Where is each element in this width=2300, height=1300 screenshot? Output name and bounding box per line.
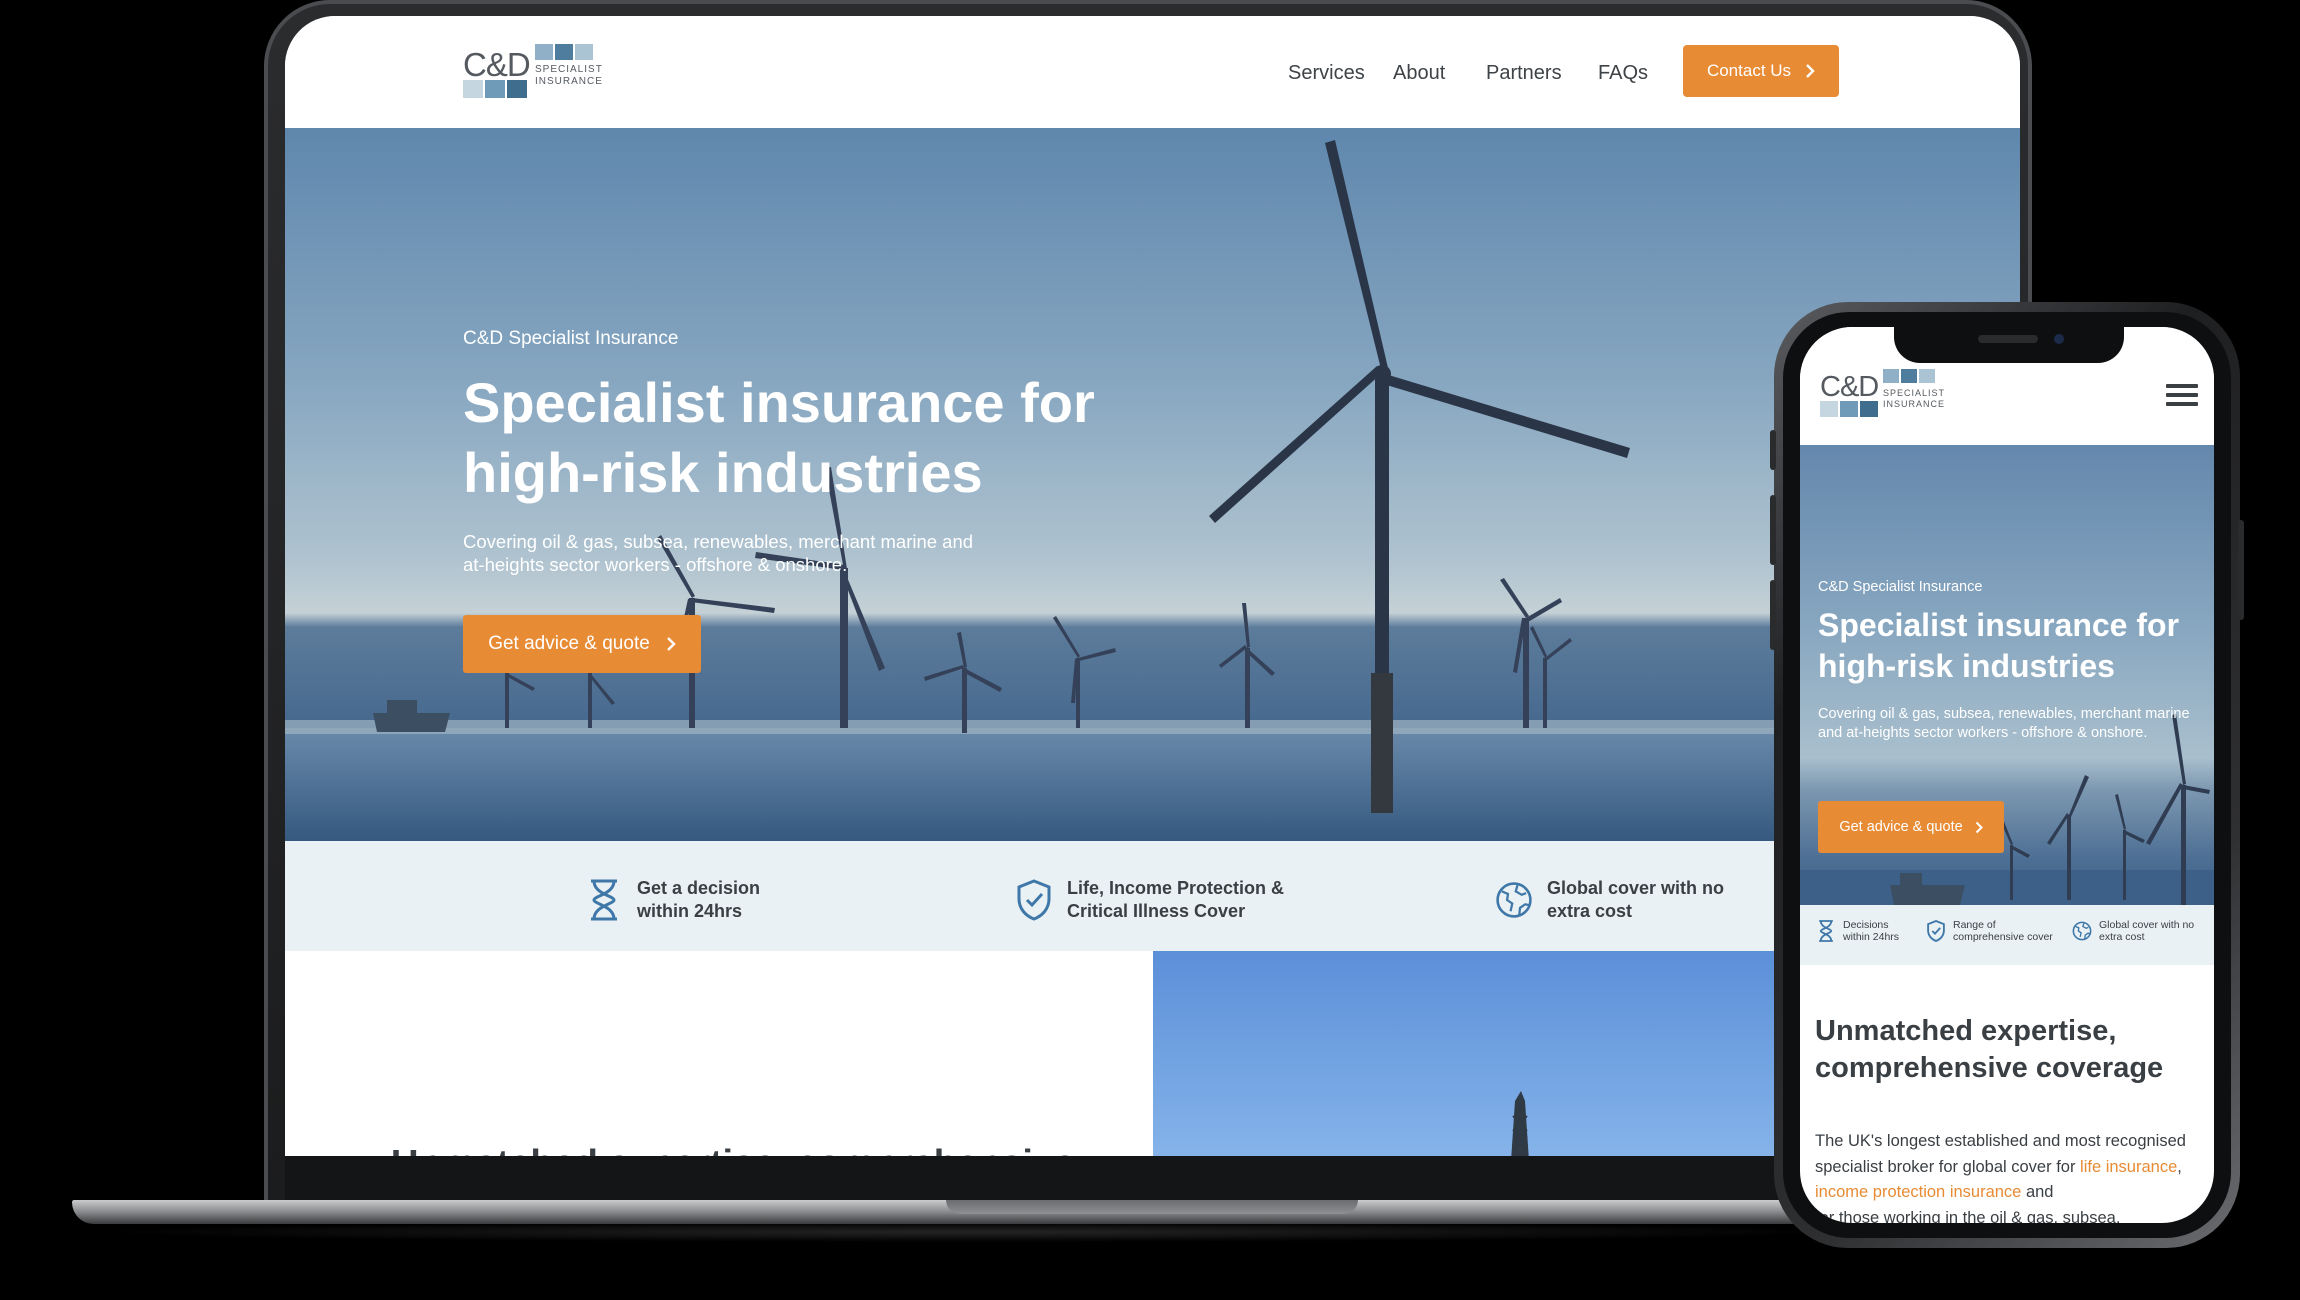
desktop-website: C&D SPECIALIST INSURANCE Services About … (285, 16, 2020, 1156)
expertise-section: Unmatched expertise, comprehensive (285, 951, 1153, 1156)
feature-global: Global cover with no extra cost (1495, 877, 1724, 923)
mobile-expertise-text-line4: for those working in the oil & gas, subs… (1815, 1208, 2121, 1224)
phone-notch (1894, 327, 2124, 363)
mobile-feature-cover-line2: comprehensive cover (1953, 931, 2053, 943)
mobile-logo[interactable]: C&D SPECIALIST INSURANCE (1820, 369, 1948, 425)
hourglass-icon (1819, 920, 1833, 942)
phone-speaker (1978, 335, 2038, 343)
expertise-title: Unmatched expertise, comprehensive (391, 1143, 1075, 1156)
hero-title-line1: Specialist insurance for (463, 371, 1095, 434)
hero-section: C&D Specialist Insurance Specialist insu… (285, 128, 2020, 841)
feature-decision: Get a decision within 24hrs (585, 877, 760, 923)
mobile-feature-decision-line2: within 24hrs (1843, 931, 1900, 943)
nav-about[interactable]: About (1393, 62, 1445, 85)
mobile-feature-cover-line1: Range of (1953, 919, 1996, 931)
shield-check-icon (1017, 879, 1051, 921)
feature-global-line2: extra cost (1547, 901, 1633, 921)
mobile-feature-decision: Decisions within 24hrs (1816, 919, 1899, 943)
feature-strip: Get a decision within 24hrs Life, Income… (285, 841, 2020, 951)
mobile-feature-cover: Range of comprehensive cover (1926, 919, 2053, 943)
laptop-hinge-notch (946, 1200, 1358, 1214)
mobile-expertise-title: Unmatched expertise, comprehensive cover… (1815, 1015, 2164, 1084)
hamburger-menu-icon[interactable] (2166, 384, 2198, 406)
mobile-hero-title-line2: high-risk industries (1818, 648, 2115, 684)
mobile-expertise-text-end: and (2021, 1183, 2054, 1201)
mobile-feature-global-line1: Global cover with no (2099, 919, 2195, 931)
nav-partners[interactable]: Partners (1486, 62, 1562, 85)
phone-mute-switch (1770, 430, 1776, 470)
mobile-get-advice-quote-label: Get advice & quote (1839, 819, 1963, 835)
feature-cover-line1: Life, Income Protection & (1067, 878, 1285, 898)
get-advice-quote-label: Get advice & quote (488, 633, 650, 654)
mobile-hero-title-line1: Specialist insurance for (1818, 607, 2180, 643)
hero-description-line1: Covering oil & gas, subsea, renewables, … (463, 531, 974, 552)
site-logo[interactable]: C&D SPECIALIST INSURANCE (463, 44, 603, 104)
get-advice-quote-button[interactable]: Get advice & quote (463, 615, 701, 673)
mobile-website: C&D SPECIALIST INSURANCE C&D Specialist … (1800, 327, 2214, 1223)
phone-volume-down (1770, 580, 1776, 650)
contact-us-button[interactable]: Contact Us (1683, 45, 1839, 97)
mobile-get-advice-quote-button[interactable]: Get advice & quote (1818, 801, 2004, 853)
globe-icon (2072, 921, 2092, 941)
hero-description-line2: at-heights sector workers - offshore & o… (463, 554, 848, 575)
chevron-right-icon (666, 637, 676, 651)
hourglass-icon (591, 879, 617, 921)
globe-icon (1496, 882, 1532, 918)
phone-volume-up (1770, 495, 1776, 565)
mobile-logo-sub-insurance: INSURANCE (1883, 399, 1946, 409)
site-header: C&D SPECIALIST INSURANCE Services About … (285, 16, 2020, 128)
income-protection-insurance-link[interactable]: income protection insurance (1815, 1183, 2021, 1201)
mobile-feature-strip: Decisions within 24hrs Range of comprehe… (1800, 905, 2214, 965)
laptop-shadow (90, 1222, 1850, 1242)
nav-faqs[interactable]: FAQs (1598, 62, 1648, 85)
mobile-hero: C&D Specialist Insurance Specialist insu… (1800, 445, 2214, 905)
phone-camera (2054, 334, 2064, 344)
mobile-hero-description: Covering oil & gas, subsea, renewables, … (1818, 706, 2190, 741)
mobile-feature-global: Global cover with no extra cost (2072, 919, 2194, 943)
hero-title: Specialist insurance for high-risk indus… (463, 368, 1103, 508)
life-insurance-link[interactable]: life insurance (2080, 1158, 2177, 1176)
feature-decision-line2: within 24hrs (637, 901, 743, 921)
mobile-hero-title: Specialist insurance for high-risk indus… (1818, 605, 2208, 687)
mobile-logo-wordmark: C&D (1820, 371, 1879, 403)
laptop-bezel-bottom (285, 1153, 2020, 1207)
feature-cover-line2: Critical Illness Cover (1067, 901, 1246, 921)
nav-services[interactable]: Services (1288, 62, 1365, 85)
mobile-hero-eyebrow: C&D Specialist Insurance (1818, 579, 1983, 595)
shield-check-icon (1927, 920, 1945, 942)
feature-decision-line1: Get a decision (637, 878, 761, 898)
phone-power-button (2238, 520, 2244, 620)
hero-title-line2: high-risk industries (463, 441, 983, 504)
mobile-feature-decision-line1: Decisions (1843, 919, 1889, 931)
mobile-feature-global-line2: extra cost (2099, 931, 2145, 943)
hero-description: Covering oil & gas, subsea, renewables, … (463, 530, 1003, 576)
contact-us-label: Contact Us (1706, 61, 1792, 80)
chevron-right-icon (1975, 821, 1983, 833)
hero-eyebrow: C&D Specialist Insurance (463, 328, 679, 349)
mobile-logo-sub-specialist: SPECIALIST (1883, 388, 1946, 398)
chevron-right-icon (1806, 64, 1815, 78)
mobile-expertise-separator: , (2177, 1157, 2182, 1176)
mobile-expertise-text: The UK's longest established and most re… (1815, 1129, 2205, 1223)
logo-sub-insurance: INSURANCE (535, 76, 603, 87)
feature-global-line1: Global cover with no (1547, 878, 1725, 898)
logo-sub-specialist: SPECIALIST (535, 64, 603, 75)
feature-cover: Life, Income Protection & Critical Illne… (1015, 877, 1284, 923)
